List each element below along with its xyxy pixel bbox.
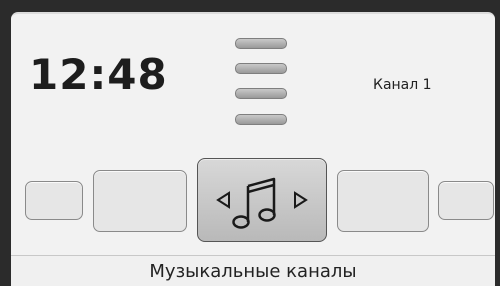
carousel-selected-content	[216, 177, 308, 229]
device-screen: 12:48 Канал 1 Музыкальные каналы	[11, 12, 495, 286]
carousel-tile-right[interactable]	[337, 170, 429, 232]
category-label: Музыкальные каналы	[11, 255, 495, 286]
carousel-tile-far-left[interactable]	[25, 181, 83, 220]
triangle-left-icon	[216, 191, 230, 209]
triangle-right-icon	[294, 191, 308, 209]
carousel-tile-left[interactable]	[93, 170, 187, 232]
menu-bar-3	[235, 88, 287, 99]
channel-label: Канал 1	[373, 77, 432, 93]
menu-bar-2	[235, 63, 287, 74]
carousel-tile-far-right[interactable]	[438, 181, 494, 220]
menu-bar-4	[235, 114, 287, 125]
music-note-icon	[232, 177, 276, 229]
clock-time: 12:48	[29, 50, 168, 99]
menu-bar-1	[235, 38, 287, 49]
carousel-tile-selected[interactable]	[197, 158, 327, 242]
